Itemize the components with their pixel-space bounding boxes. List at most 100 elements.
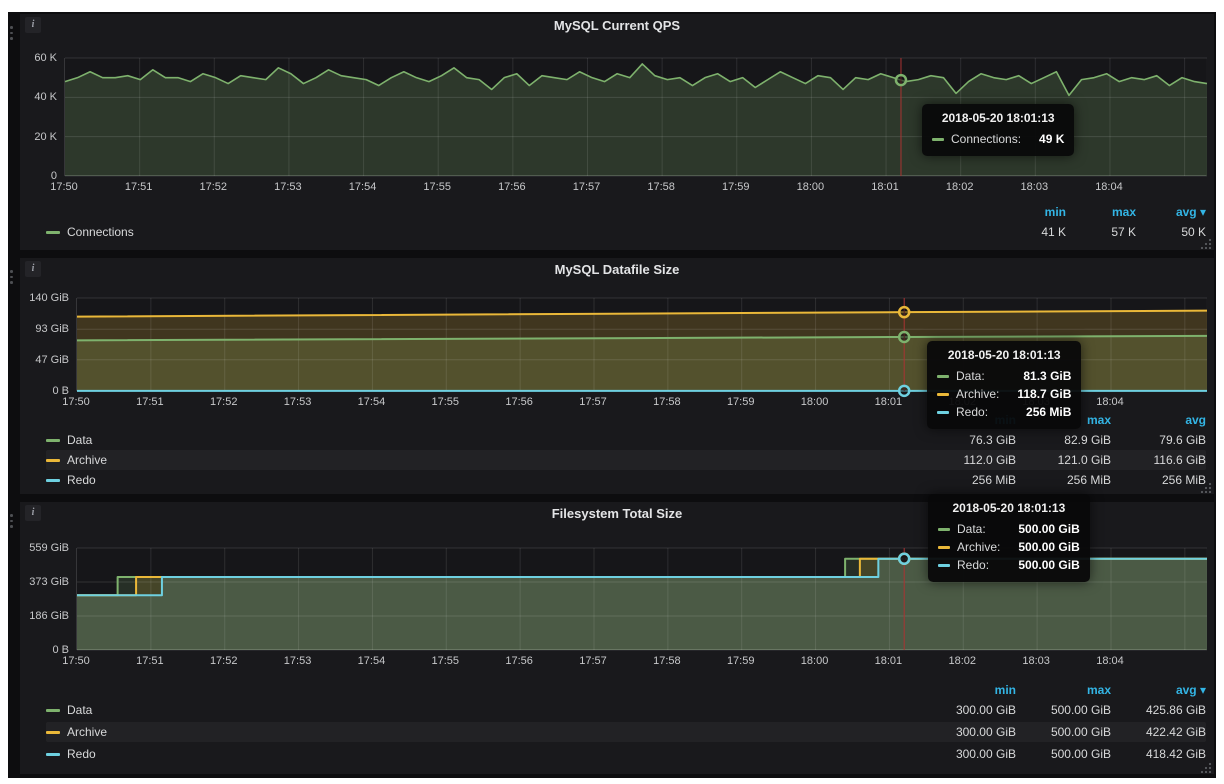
x-axis-tick-label: 17:50 xyxy=(52,395,100,409)
tooltip-series-value: 81.3 GiB xyxy=(1023,369,1071,383)
series-color-dash-icon xyxy=(46,753,60,756)
panel-drag-handle[interactable] xyxy=(10,26,18,40)
legend-row: Data300.00 GiB500.00 GiB425.86 GiB xyxy=(46,700,1206,720)
x-axis-tick-label: 17:55 xyxy=(421,654,469,668)
panel-resize-handle[interactable] xyxy=(1200,236,1212,248)
y-axis-tick-label: 140 GiB xyxy=(20,291,69,305)
x-axis-tick-label: 17:50 xyxy=(52,654,100,668)
legend-row: Connections41 K57 K50 K xyxy=(46,222,1206,242)
x-axis-tick-label: 18:04 xyxy=(1086,395,1134,409)
x-axis-tick-label: 18:04 xyxy=(1085,180,1133,194)
legend-series-toggle[interactable]: Redo xyxy=(46,747,921,761)
x-axis-tick-label: 17:57 xyxy=(569,654,617,668)
x-axis-tick-label: 18:01 xyxy=(864,395,912,409)
series-color-dash-icon xyxy=(932,138,944,141)
x-axis-tick-label: 18:02 xyxy=(938,654,986,668)
chart-tooltip: 2018-05-20 18:01:13 Connections: 49 K xyxy=(922,104,1074,156)
hover-point-marker xyxy=(899,332,909,342)
tooltip-series-value: 49 K xyxy=(1039,132,1064,146)
panel-title[interactable]: MySQL Datafile Size xyxy=(20,262,1214,277)
x-axis-tick-label: 17:51 xyxy=(126,654,174,668)
x-axis-tick-label: 17:56 xyxy=(495,395,543,409)
tooltip-timestamp: 2018-05-20 18:01:13 xyxy=(932,111,1064,125)
tooltip-series-row: Redo:256 MiB xyxy=(937,403,1071,421)
x-axis-tick-label: 17:56 xyxy=(488,180,536,194)
legend-series-toggle[interactable]: Redo xyxy=(46,473,921,487)
tooltip-series-row: Data: 500.00 GiB xyxy=(938,520,1080,538)
legend-series-toggle[interactable]: Archive xyxy=(46,725,921,739)
tooltip-series-value: 500.00 GiB xyxy=(1018,558,1079,572)
x-axis-tick-label: 18:01 xyxy=(861,180,909,194)
x-axis-tick-label: 17:53 xyxy=(274,395,322,409)
tooltip-timestamp: 2018-05-20 18:01:13 xyxy=(938,501,1080,515)
series-color-dash-icon xyxy=(46,459,60,462)
x-axis-tick-label: 17:59 xyxy=(717,395,765,409)
tooltip-timestamp: 2018-05-20 18:01:13 xyxy=(937,348,1071,362)
stat-sort-min[interactable]: min xyxy=(921,683,1016,697)
series-color-dash-icon xyxy=(46,439,60,442)
legend-series-toggle[interactable]: Connections xyxy=(46,225,996,239)
x-axis-tick-label: 17:56 xyxy=(495,654,543,668)
panel-resize-handle[interactable] xyxy=(1200,480,1212,492)
hover-point-marker xyxy=(896,75,906,85)
legend-row: Redo256 MiB256 MiB256 MiB xyxy=(46,470,1206,490)
series-color-dash-icon xyxy=(46,709,60,712)
legend-row: Redo300.00 GiB500.00 GiB418.42 GiB xyxy=(46,744,1206,764)
y-axis-tick-label: 186 GiB xyxy=(20,609,69,623)
tooltip-series-value: 500.00 GiB xyxy=(1018,540,1079,554)
series-color-dash-icon xyxy=(937,375,949,378)
legend-row: Data76.3 GiB82.9 GiB79.6 GiB xyxy=(46,430,1206,450)
x-axis-tick-label: 17:51 xyxy=(126,395,174,409)
legend: minmaxavg ▾ Connections41 K57 K50 K xyxy=(20,204,1214,242)
x-axis-tick-label: 18:00 xyxy=(786,180,834,194)
hover-point-marker xyxy=(899,554,909,564)
series-color-dash-icon xyxy=(937,393,949,396)
stat-value-avg: 418.42 GiB xyxy=(1111,747,1206,761)
tooltip-series-value: 256 MiB xyxy=(1026,405,1071,419)
resize-dots-icon xyxy=(1200,237,1212,249)
tooltip-series-name: Data: xyxy=(957,522,986,536)
legend-series-toggle[interactable]: Data xyxy=(46,703,921,717)
tooltip-series-name: Archive: xyxy=(956,387,999,401)
legend-series-toggle[interactable]: Archive xyxy=(46,453,921,467)
x-axis-tick-label: 17:51 xyxy=(115,180,163,194)
tooltip-series-row: Archive:500.00 GiB xyxy=(938,538,1080,556)
stat-value-max: 500.00 GiB xyxy=(1016,725,1111,739)
x-axis-tick-label: 17:55 xyxy=(413,180,461,194)
x-axis-tick-label: 17:59 xyxy=(717,654,765,668)
stat-value-min: 300.00 GiB xyxy=(921,703,1016,717)
stat-value-max: 82.9 GiB xyxy=(1016,433,1111,447)
panel-title[interactable]: MySQL Current QPS xyxy=(20,18,1214,33)
panel-drag-handle[interactable] xyxy=(10,270,18,284)
x-axis-tick-label: 17:57 xyxy=(569,395,617,409)
panel-resize-handle[interactable] xyxy=(1200,760,1212,772)
legend-series-toggle[interactable]: Data xyxy=(46,433,921,447)
tooltip-series-value: 500.00 GiB xyxy=(1018,522,1079,536)
series-color-dash-icon xyxy=(46,231,60,234)
stat-value-min: 112.0 GiB xyxy=(921,453,1016,467)
stat-sort-min[interactable]: min xyxy=(996,205,1066,219)
x-axis-tick-label: 17:53 xyxy=(264,180,312,194)
series-color-dash-icon xyxy=(937,411,949,414)
x-axis-tick-label: 17:52 xyxy=(200,395,248,409)
x-axis-tick-label: 17:54 xyxy=(347,654,395,668)
hover-point-marker xyxy=(899,307,909,317)
x-axis-tick-label: 18:00 xyxy=(791,395,839,409)
stat-value-max: 256 MiB xyxy=(1016,473,1111,487)
panel-drag-handle[interactable] xyxy=(10,514,18,528)
stat-sort-avg[interactable]: avg ▾ xyxy=(1111,683,1206,697)
x-axis-tick-label: 17:55 xyxy=(421,395,469,409)
y-axis-tick-label: 93 GiB xyxy=(20,322,69,336)
chart-tooltip: 2018-05-20 18:01:13 Data:500.00 GiBArchi… xyxy=(928,494,1090,582)
stat-sort-avg[interactable]: avg xyxy=(1111,413,1206,427)
stat-value-avg: 116.6 GiB xyxy=(1111,453,1206,467)
tooltip-series-name: Connections: xyxy=(951,132,1021,146)
stat-sort-max[interactable]: max xyxy=(1016,683,1111,697)
y-axis-tick-label: 47 GiB xyxy=(20,353,69,367)
stat-value-avg: 425.86 GiB xyxy=(1111,703,1206,717)
x-axis-tick-label: 17:57 xyxy=(562,180,610,194)
legend-stats-header: minmaxavg ▾ xyxy=(46,204,1206,220)
stat-sort-max[interactable]: max xyxy=(1066,205,1136,219)
stat-sort-avg[interactable]: avg ▾ xyxy=(1136,205,1206,219)
y-axis-tick-label: 20 K xyxy=(20,130,57,144)
